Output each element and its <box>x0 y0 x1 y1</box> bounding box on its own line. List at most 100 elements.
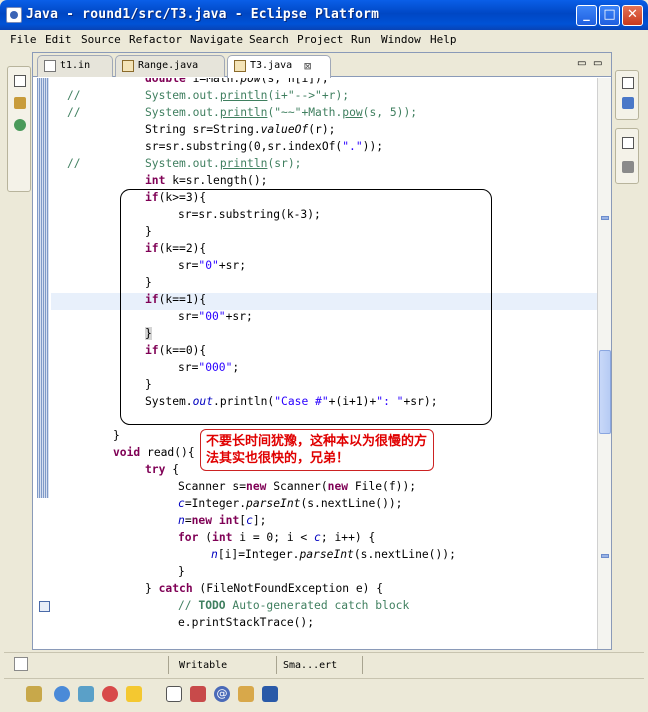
declaration-icon[interactable] <box>238 686 254 702</box>
code-line: sr="00"+sr; <box>178 310 253 323</box>
tab-label: t1.in <box>60 60 91 71</box>
title-bar[interactable]: Java - round1/src/T3.java - Eclipse Plat… <box>0 0 648 30</box>
code-line: e.printStackTrace(); <box>178 616 315 629</box>
menu-navigate[interactable]: Navigate <box>190 33 243 46</box>
maximize-button[interactable]: □ <box>599 5 620 26</box>
editor-vertical-scrollbar[interactable] <box>597 78 611 649</box>
code-line: if(k==0){ <box>145 344 207 357</box>
tab-t1-in[interactable]: t1.in <box>37 55 113 77</box>
status-divider <box>362 656 363 674</box>
code-line: if(k>=3){ <box>145 191 207 204</box>
editor-area: t1.in Range.java T3.java ⊠ ▭ ▭ − double … <box>32 52 612 650</box>
window-title: Java - round1/src/T3.java - Eclipse Plat… <box>26 7 380 22</box>
overview-ruler-marker[interactable] <box>601 554 609 558</box>
globe-icon[interactable] <box>54 686 70 702</box>
sparkle-icon[interactable] <box>126 686 142 702</box>
menu-source[interactable]: Source <box>81 33 121 46</box>
menu-edit[interactable]: Edit <box>45 33 72 46</box>
tasks-stack <box>615 128 639 184</box>
tab-range-java[interactable]: Range.java <box>115 55 225 77</box>
restore-icon[interactable] <box>14 75 26 87</box>
code-line: // TODO Auto-generated catch block <box>178 599 410 612</box>
code-line: sr="000"; <box>178 361 240 374</box>
code-editor[interactable]: double i=Math.pow(s, n[i]); // System.ou… <box>51 78 597 649</box>
code-line: } <box>113 429 120 442</box>
maximize-view-icon[interactable]: ▭ <box>593 58 602 69</box>
right-trim-bar <box>612 52 644 652</box>
annotation-note: 不要长时间犹豫，这种本以为很慢的方法其实也很快的，兄弟！ <box>200 429 434 471</box>
code-line: n=new int[c]; <box>178 514 267 527</box>
status-divider <box>276 656 277 674</box>
scrollbar-thumb[interactable] <box>599 350 611 434</box>
status-divider <box>168 656 169 674</box>
outline-icon[interactable] <box>622 97 634 109</box>
current-line-highlight <box>51 293 597 310</box>
code-line: } <box>145 276 152 289</box>
menu-project[interactable]: Project <box>297 33 343 46</box>
code-line: } <box>145 225 152 238</box>
code-line: System.out.println("~~"+Math.pow(s, 5)); <box>145 106 418 119</box>
code-line: Scanner s=new Scanner(new File(f)); <box>178 480 417 493</box>
code-line: // <box>67 106 81 119</box>
code-line: for (int i = 0; i < c; i++) { <box>178 531 376 544</box>
code-line: } <box>178 565 185 578</box>
restore-icon[interactable] <box>166 686 182 702</box>
menu-refactor[interactable]: Refactor <box>129 33 182 46</box>
hierarchy-icon[interactable] <box>14 119 26 131</box>
bottom-trim-toolbar: @ <box>4 678 644 708</box>
menu-help[interactable]: Help <box>430 33 457 46</box>
code-line: System.out.println("Case #"+(i+1)+": "+s… <box>145 395 438 408</box>
fast-view-icon[interactable] <box>14 657 28 671</box>
folder-icon[interactable] <box>26 686 42 702</box>
left-view-stack <box>7 66 31 192</box>
menu-window[interactable]: Window <box>381 33 421 46</box>
code-line: System.out.println(i+"-->"+r); <box>145 89 350 102</box>
editor-tab-bar: t1.in Range.java T3.java ⊠ ▭ ▭ <box>33 53 611 78</box>
menu-file[interactable]: File <box>10 33 37 46</box>
problems-icon[interactable] <box>190 686 206 702</box>
tab-close-icon[interactable]: ⊠ <box>304 59 311 73</box>
code-line: } catch (FileNotFoundException e) { <box>145 582 384 595</box>
console-icon[interactable] <box>622 161 634 173</box>
restore-icon[interactable] <box>622 137 634 149</box>
code-line: n[i]=Integer.parseInt(s.nextLine()); <box>211 548 456 561</box>
code-line: sr=sr.substring(0,sr.indexOf(".")); <box>145 140 384 153</box>
minimize-button[interactable]: _ <box>576 5 597 26</box>
overview-ruler-marker[interactable] <box>601 216 609 220</box>
quick-diff-bar <box>37 78 49 498</box>
menu-bar: File Edit Source Refactor Navigate Searc… <box>4 30 644 50</box>
package-explorer-icon[interactable] <box>14 97 26 109</box>
task-marker-icon[interactable] <box>39 601 50 612</box>
palette-icon[interactable] <box>102 686 118 702</box>
code-line: // <box>67 157 81 170</box>
code-line: // <box>67 89 81 102</box>
left-trim-bar <box>4 52 32 652</box>
java-file-icon <box>122 60 134 72</box>
code-line: sr=sr.substring(k-3); <box>178 208 321 221</box>
code-line: double i=Math.pow(s, n[i]); <box>145 78 329 85</box>
tab-label: T3.java <box>250 60 293 71</box>
code-line: c=Integer.parseInt(s.nextLine()); <box>178 497 403 510</box>
java-file-icon <box>234 60 246 72</box>
code-line: System.out.println(sr); <box>145 157 302 170</box>
code-line: try { <box>145 463 180 476</box>
code-line: if(k==2){ <box>145 242 207 255</box>
eclipse-app-icon[interactable] <box>6 7 22 23</box>
minimize-view-icon[interactable]: ▭ <box>577 58 586 69</box>
code-line: } <box>145 378 152 391</box>
file-icon <box>44 60 56 72</box>
code-line: sr="0"+sr; <box>178 259 247 272</box>
tab-t3-java[interactable]: T3.java ⊠ <box>227 55 331 78</box>
code-line: if(k==1){ <box>145 293 207 306</box>
outline-stack <box>615 70 639 120</box>
code-line: String sr=String.valueOf(r); <box>145 123 336 136</box>
menu-run[interactable]: Run <box>351 33 371 46</box>
menu-search[interactable]: Search <box>249 33 289 46</box>
code-line: int k=sr.length(); <box>145 174 268 187</box>
code-line: } <box>145 327 152 340</box>
javadoc-icon[interactable]: @ <box>214 686 230 702</box>
restore-icon[interactable] <box>622 77 634 89</box>
close-button[interactable]: ✕ <box>622 5 643 26</box>
image-icon[interactable] <box>78 686 94 702</box>
console-icon[interactable] <box>262 686 278 702</box>
